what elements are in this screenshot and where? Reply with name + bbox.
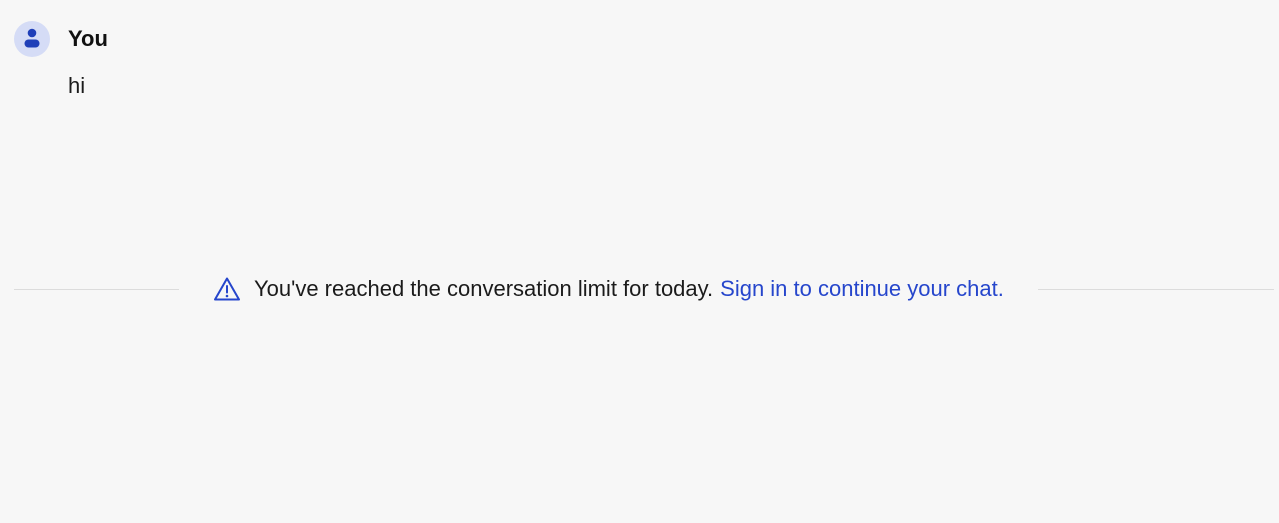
message-text: hi bbox=[68, 73, 86, 98]
message-header: You bbox=[14, 21, 108, 57]
limit-notice: You've reached the conversation limit fo… bbox=[179, 275, 1038, 303]
conversation-limit-banner: You've reached the conversation limit fo… bbox=[14, 270, 1274, 308]
user-message: You hi bbox=[14, 21, 108, 99]
avatar bbox=[14, 21, 50, 57]
sign-in-link[interactable]: Sign in to continue your chat. bbox=[720, 276, 1004, 302]
message-author: You bbox=[68, 26, 108, 51]
divider-right bbox=[1037, 288, 1274, 290]
person-icon bbox=[24, 28, 40, 48]
limit-message: You've reached the conversation limit fo… bbox=[254, 276, 714, 301]
warning-icon bbox=[213, 275, 241, 303]
chat-page: You hi You've reached the conversation l… bbox=[0, 0, 1279, 523]
divider-left bbox=[14, 288, 179, 290]
